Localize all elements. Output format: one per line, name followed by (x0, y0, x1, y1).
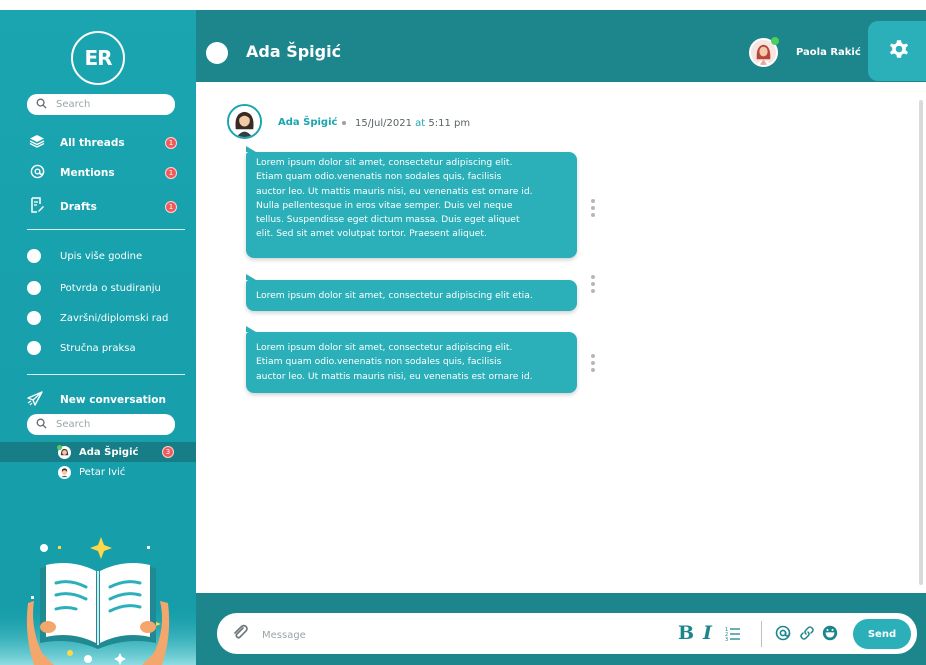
message-line: Lorem ipsum dolor sit amet, consectetur … (256, 290, 533, 301)
thread-dot-icon (27, 249, 41, 263)
divider (27, 374, 185, 375)
contacts-search-input[interactable] (56, 419, 166, 430)
message-options-icon[interactable] (591, 275, 595, 293)
message-time: 5:11 pm (428, 118, 471, 129)
send-button[interactable]: Send (853, 619, 911, 649)
message-bubble[interactable]: Lorem ipsum dolor sit amet, consectetur … (246, 146, 577, 258)
thread-dot-icon (27, 281, 41, 295)
thread-label: Potvrda o studiranju (60, 282, 161, 294)
message-author[interactable]: Ada Špigić (278, 117, 337, 128)
message-bubble[interactable]: Lorem ipsum dolor sit amet, consectetur … (246, 274, 577, 311)
message-timestamp: 15/Jul/2021 at 5:11 pm (355, 118, 470, 129)
avatar[interactable] (227, 104, 262, 139)
online-indicator (57, 444, 62, 450)
message-options-icon[interactable] (591, 354, 595, 372)
mention-icon[interactable] (775, 625, 791, 645)
layers-icon (27, 134, 47, 152)
send-plane-icon (27, 390, 47, 410)
link-icon[interactable] (799, 625, 815, 645)
search-icon (36, 418, 50, 432)
unread-badge: 1 (165, 201, 177, 213)
list-icon[interactable]: 123 (725, 626, 741, 645)
search-icon (36, 98, 50, 112)
message-line: tellus. Suspendisse eget dictum massa. D… (256, 214, 520, 226)
message-line: auctor leo. Ut mattis mauris nisi, eu ve… (256, 370, 533, 382)
contact-name: Petar Ivić (79, 466, 126, 478)
thread-label: Završni/diplomski rad (60, 312, 169, 324)
nav-label: Drafts (60, 201, 97, 213)
thread-label: Upis više godine (60, 250, 143, 262)
at-word: at (415, 118, 426, 129)
online-indicator (771, 37, 779, 45)
chat-header: Ada Špigić Paola Rakić (196, 10, 926, 82)
message-line: Lorem ipsum dolor sit amet, consectetur … (256, 157, 513, 168)
thread-dot-icon (27, 341, 41, 355)
svg-text:3: 3 (725, 637, 728, 641)
divider (27, 229, 185, 230)
new-conversation-label: New conversation (60, 394, 166, 406)
nav-drafts[interactable]: Drafts 1 (27, 196, 177, 218)
message-line: Lorem ipsum dolor sit amet, consectetur … (256, 342, 513, 353)
thread-item[interactable]: Upis više godine (27, 246, 187, 266)
book-illustration (0, 537, 196, 665)
nav-label: All threads (60, 137, 125, 149)
contact-item-petar[interactable]: Petar Ivić (0, 462, 196, 482)
contact-name: Ada Špigić (79, 446, 139, 458)
thread-item[interactable]: Stručna praksa (27, 338, 187, 358)
attach-icon[interactable] (232, 624, 248, 644)
avatar (57, 444, 71, 459)
separator-dot (342, 121, 346, 125)
avatar (58, 465, 71, 479)
unread-badge: 1 (165, 137, 177, 149)
message-options-icon[interactable] (591, 199, 595, 217)
emoji-icon[interactable] (822, 625, 838, 645)
search-input[interactable] (56, 99, 166, 110)
draft-edit-icon (27, 197, 47, 217)
contacts-search[interactable] (27, 414, 175, 435)
message-line: Etiam quam odio.venenatis non sodales qu… (256, 356, 502, 368)
gear-icon (887, 37, 911, 65)
toolbar-divider (761, 621, 762, 647)
settings-button[interactable] (868, 21, 926, 81)
sidebar: ER All threads 1 Mentions 1 Drafts 1 Upi… (0, 10, 196, 665)
message-line: elit. Sed sit amet volutpat tortor. Prae… (256, 228, 487, 240)
message-bubble[interactable]: Lorem ipsum dolor sit amet, consectetur … (246, 326, 577, 393)
message-date: 15/Jul/2021 (355, 118, 412, 129)
new-conversation-button[interactable]: New conversation (27, 390, 187, 410)
thread-item[interactable]: Završni/diplomski rad (27, 308, 187, 328)
italic-button[interactable]: I (703, 622, 712, 644)
nav-all-threads[interactable]: All threads 1 (27, 132, 177, 154)
current-user-name[interactable]: Paola Rakić (796, 47, 861, 58)
nav-label: Mentions (60, 167, 115, 179)
message-line: auctor leo. Ut mattis mauris nisi, eu ve… (256, 185, 533, 197)
at-sign-icon (27, 164, 47, 183)
page-title: Ada Špigić (246, 42, 342, 61)
scrollbar-track[interactable] (919, 100, 923, 585)
thread-label: Stručna praksa (60, 342, 136, 354)
unread-badge: 3 (162, 446, 174, 458)
bold-button[interactable]: B (678, 622, 694, 644)
status-dot-icon (206, 42, 228, 64)
contact-item-ada[interactable]: Ada Špigić 3 (0, 442, 196, 462)
nav-mentions[interactable]: Mentions 1 (27, 162, 177, 184)
logo: ER (71, 31, 125, 85)
message-input[interactable] (262, 625, 662, 645)
unread-badge: 1 (165, 167, 177, 179)
thread-dot-icon (27, 311, 41, 325)
thread-item[interactable]: Potvrda o studiranju (27, 278, 187, 298)
sidebar-search[interactable] (27, 94, 175, 115)
message-line: Nulla pellentesque in eros vitae semper.… (256, 199, 513, 211)
message-line: Etiam quam odio.venenatis non sodales qu… (256, 171, 502, 183)
